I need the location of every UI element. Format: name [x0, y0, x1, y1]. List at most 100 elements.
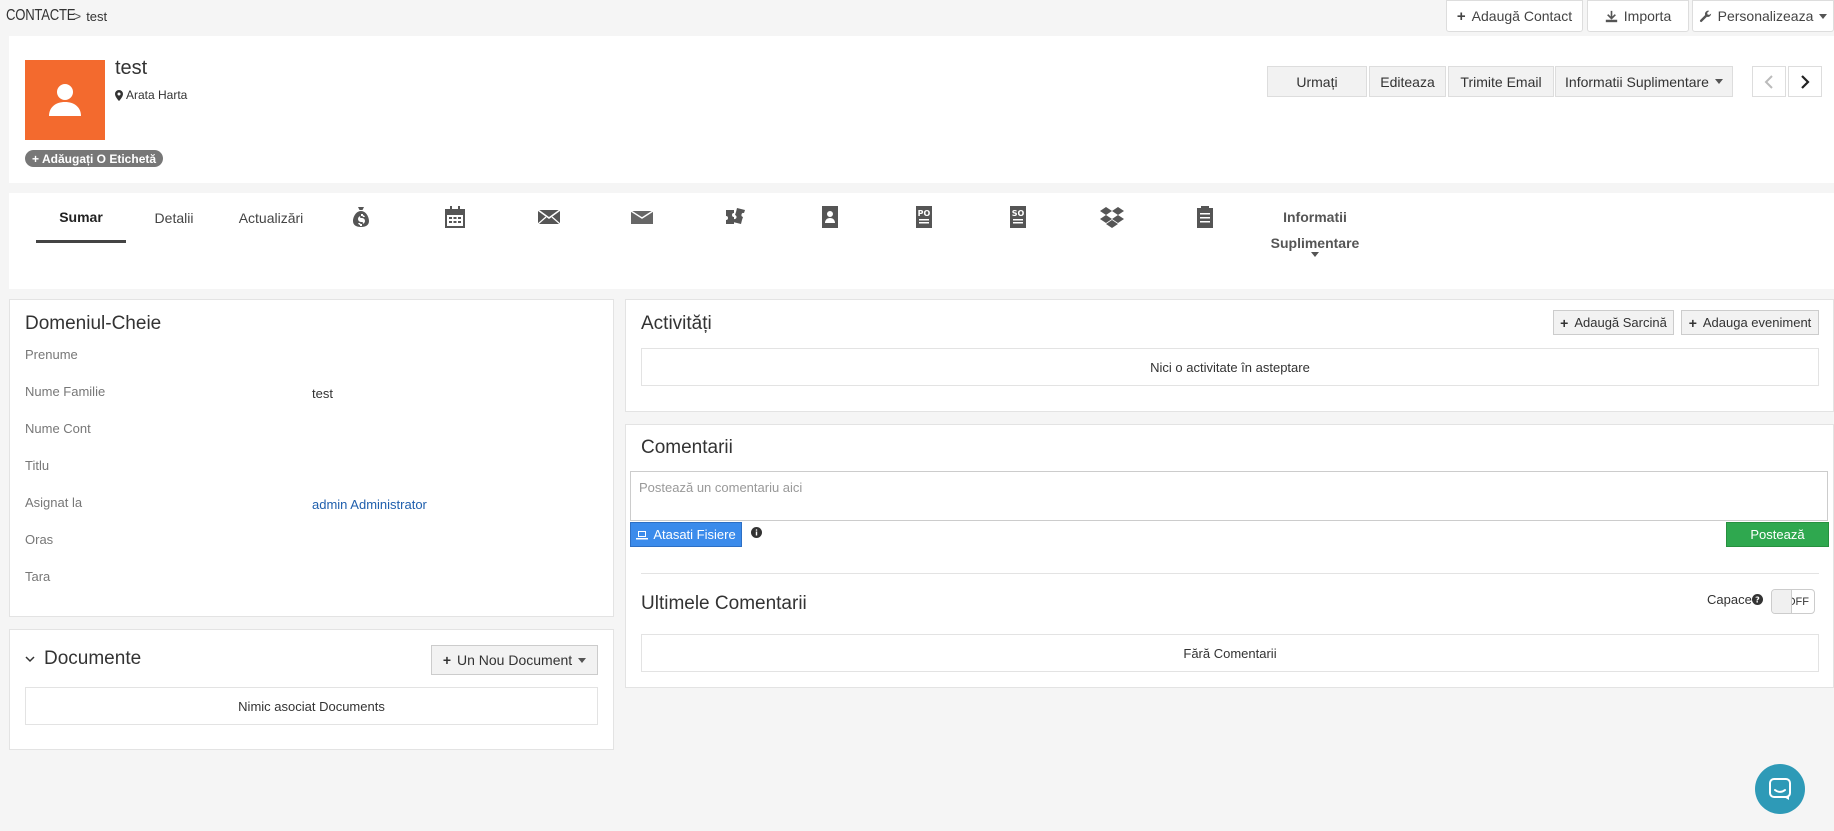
add-task-button[interactable]: + Adaugă Sarcină: [1553, 310, 1674, 335]
chevron-down-icon: [25, 655, 35, 662]
chevron-left-icon: [1764, 74, 1773, 89]
key-fields-title: Domeniul-Cheie: [25, 313, 162, 334]
post-comment-button[interactable]: Postează: [1726, 522, 1829, 547]
post-comment-label: Postează: [1750, 527, 1805, 542]
caret-down-icon: [1714, 79, 1723, 84]
edit-button[interactable]: Editeaza: [1369, 66, 1446, 97]
activities-title: Activități: [641, 313, 712, 334]
sales-order-icon[interactable]: SO: [1004, 204, 1032, 230]
documents-header[interactable]: Documente: [25, 648, 141, 670]
show-map-link[interactable]: Arata Harta: [115, 88, 187, 102]
user-icon: [49, 84, 81, 116]
field-label-city: Oras: [25, 532, 54, 547]
more-info-dropdown[interactable]: Informatii Suplimentare: [1555, 66, 1733, 97]
tab-details[interactable]: Detalii: [140, 193, 208, 243]
money-bag-icon[interactable]: [347, 204, 375, 230]
attach-files-button[interactable]: Atasati Fisiere: [630, 522, 742, 547]
tickets-icon[interactable]: [722, 204, 750, 230]
tab-more-line1: Informatii: [1283, 209, 1347, 225]
plus-icon: +: [1560, 314, 1569, 331]
send-email-label: Trimite Email: [1460, 73, 1542, 90]
customize-label: Personalizeaza: [1717, 8, 1814, 24]
tab-summary[interactable]: Sumar: [36, 193, 126, 243]
caret-down-icon: [578, 657, 587, 663]
svg-text:PO: PO: [918, 209, 931, 218]
add-contact-label: Adaugă Contact: [1471, 8, 1573, 24]
field-label-account-name: Nume Cont: [25, 421, 91, 436]
key-fields-panel: [9, 299, 614, 617]
purchase-order-icon[interactable]: PO: [910, 204, 938, 230]
breadcrumb-module[interactable]: CONTACTE: [6, 7, 75, 25]
avatar[interactable]: [25, 60, 105, 140]
field-value-assigned-to[interactable]: admin Administrator: [312, 497, 427, 512]
document-icon[interactable]: [1191, 204, 1219, 230]
map-marker-icon: [115, 89, 123, 101]
caps-toggle[interactable]: OFF: [1771, 589, 1815, 614]
field-value-last-name[interactable]: test: [312, 386, 333, 401]
show-map-label: Arata Harta: [126, 88, 188, 102]
activities-empty-label: Nici o activitate în asteptare: [1150, 359, 1310, 375]
add-event-button[interactable]: + Adauga eveniment: [1681, 310, 1819, 335]
more-info-label: Informatii Suplimentare: [1565, 73, 1709, 90]
field-label-country: Tara: [25, 569, 51, 584]
plus-icon: +: [442, 652, 451, 668]
download-icon: [1605, 10, 1617, 22]
send-email-button[interactable]: Trimite Email: [1448, 66, 1554, 97]
field-label-first-name: Prenume: [25, 347, 78, 362]
previous-record-button[interactable]: [1752, 66, 1786, 97]
edit-label: Editeaza: [1380, 73, 1435, 90]
new-document-button[interactable]: + Un Nou Document: [431, 645, 598, 675]
field-label-assigned-to: Asignat la: [25, 495, 83, 510]
plus-icon: +: [32, 151, 40, 166]
recent-comments-title: Ultimele Comentarii: [641, 593, 807, 614]
question-circle-icon[interactable]: ?: [1752, 594, 1763, 605]
tab-updates[interactable]: Actualizări: [226, 193, 316, 243]
new-document-label: Un Nou Document: [457, 652, 573, 668]
plus-icon: +: [1456, 7, 1466, 25]
activities-empty: Nici o activitate în asteptare: [641, 348, 1819, 386]
envelope-icon[interactable]: [535, 204, 563, 230]
laptop-icon: [636, 530, 649, 539]
attach-files-label: Atasati Fisiere: [653, 527, 736, 542]
dropbox-icon[interactable]: [1098, 204, 1126, 230]
follow-button[interactable]: Urmați: [1267, 66, 1367, 97]
contact-book-icon[interactable]: [816, 204, 844, 230]
documents-empty-label: Nimic asociat Documents: [238, 698, 385, 714]
customize-button[interactable]: Personalizeaza: [1692, 0, 1834, 32]
breadcrumb: CONTACTE > test: [6, 5, 107, 27]
svg-text:SO: SO: [1012, 209, 1025, 218]
envelope-open-icon[interactable]: [628, 204, 656, 230]
plus-icon: +: [1688, 314, 1697, 331]
caret-down-icon: [1311, 252, 1319, 257]
comments-title: Comentarii: [641, 437, 733, 458]
caps-label: Capace: [1707, 592, 1752, 607]
field-label-title: Titlu: [25, 458, 50, 473]
caret-down-icon: [1819, 13, 1828, 19]
comments-divider: [641, 573, 1819, 574]
add-tag-button[interactable]: + Adăugați O Etichetă: [25, 150, 164, 167]
calendar-icon[interactable]: [441, 204, 469, 230]
record-header: [9, 36, 1834, 183]
tab-updates-label: Actualizări: [238, 210, 304, 226]
import-label: Importa: [1623, 8, 1672, 24]
follow-label: Urmați: [1296, 73, 1338, 90]
add-task-label: Adaugă Sarcină: [1574, 315, 1667, 330]
info-icon[interactable]: [751, 527, 762, 538]
toggle-knob: [1772, 590, 1792, 613]
documents-empty: Nimic asociat Documents: [25, 687, 598, 725]
add-contact-button[interactable]: + Adaugă Contact: [1446, 0, 1583, 32]
add-event-label: Adauga eveniment: [1702, 315, 1812, 330]
recent-comments-empty-label: Fără Comentarii: [1183, 645, 1277, 661]
tab-details-label: Detalii: [154, 210, 194, 226]
import-button[interactable]: Importa: [1587, 0, 1689, 32]
wrench-icon: [1699, 10, 1711, 22]
chevron-right-icon: [1801, 74, 1810, 89]
next-record-button[interactable]: [1788, 66, 1822, 97]
comment-input[interactable]: Postează un comentariu aici: [630, 471, 1828, 521]
live-chat-button[interactable]: [1755, 764, 1805, 814]
tab-more-info[interactable]: Informatii Suplimentare: [1255, 204, 1375, 257]
breadcrumb-record: test: [86, 8, 108, 24]
tab-summary-label: Sumar: [59, 208, 103, 225]
chat-icon: [1769, 778, 1791, 800]
svg-text:?: ?: [1755, 596, 1760, 605]
